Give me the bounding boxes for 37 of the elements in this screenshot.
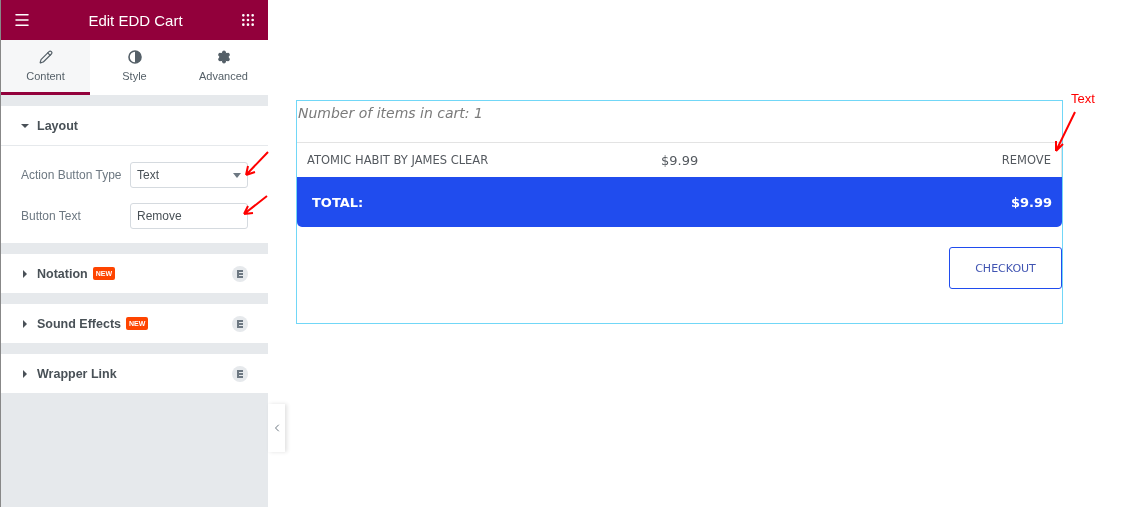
item-count: Number of items in cart: 1 (297, 104, 484, 123)
contrast-icon (127, 50, 142, 64)
control-label: Action Button Type (21, 168, 122, 182)
grid-icon[interactable] (240, 12, 256, 28)
panel-title: Edit EDD Cart (88, 11, 183, 29)
arrow-icon (1052, 110, 1078, 154)
caret-icon (21, 369, 29, 378)
item-price: $9.99 (661, 152, 699, 168)
annotation-label: Text (1071, 91, 1095, 106)
logo-icon (232, 365, 248, 382)
total-amount: $9.99 (1010, 194, 1052, 210)
pencil-icon (38, 50, 53, 64)
total-label: TOTAL: (312, 194, 364, 210)
gear-icon (216, 50, 231, 64)
logo-icon (232, 315, 248, 332)
remove-link[interactable]: REMOVE (1001, 153, 1051, 167)
arrow-icon (241, 194, 269, 218)
section-title: Wrapper Link (37, 366, 117, 381)
arrow-icon (243, 150, 270, 178)
menu-icon[interactable] (13, 11, 31, 29)
section-header[interactable]: Wrapper Link (1, 354, 268, 393)
select-field[interactable]: Text (130, 162, 248, 188)
collapse-handle[interactable] (268, 404, 285, 452)
panel-tab[interactable]: Content (1, 40, 90, 95)
item-name: ATOMIC HABIT BY JAMES CLEAR (307, 153, 490, 167)
control-label: Button Text (21, 209, 81, 223)
caret-icon (21, 121, 29, 130)
caret-icon (21, 269, 29, 278)
caret-icon (21, 319, 29, 328)
section-title: Layout (37, 118, 78, 133)
checkout-button[interactable]: CHECKOUT (949, 247, 1062, 289)
section-title: Notation (37, 266, 88, 281)
caret-icon (233, 172, 241, 178)
logo-icon (232, 265, 248, 282)
section-header[interactable]: Layout (1, 106, 268, 145)
input-field[interactable]: Remove (130, 203, 248, 229)
section-title: Sound Effects (37, 316, 122, 331)
